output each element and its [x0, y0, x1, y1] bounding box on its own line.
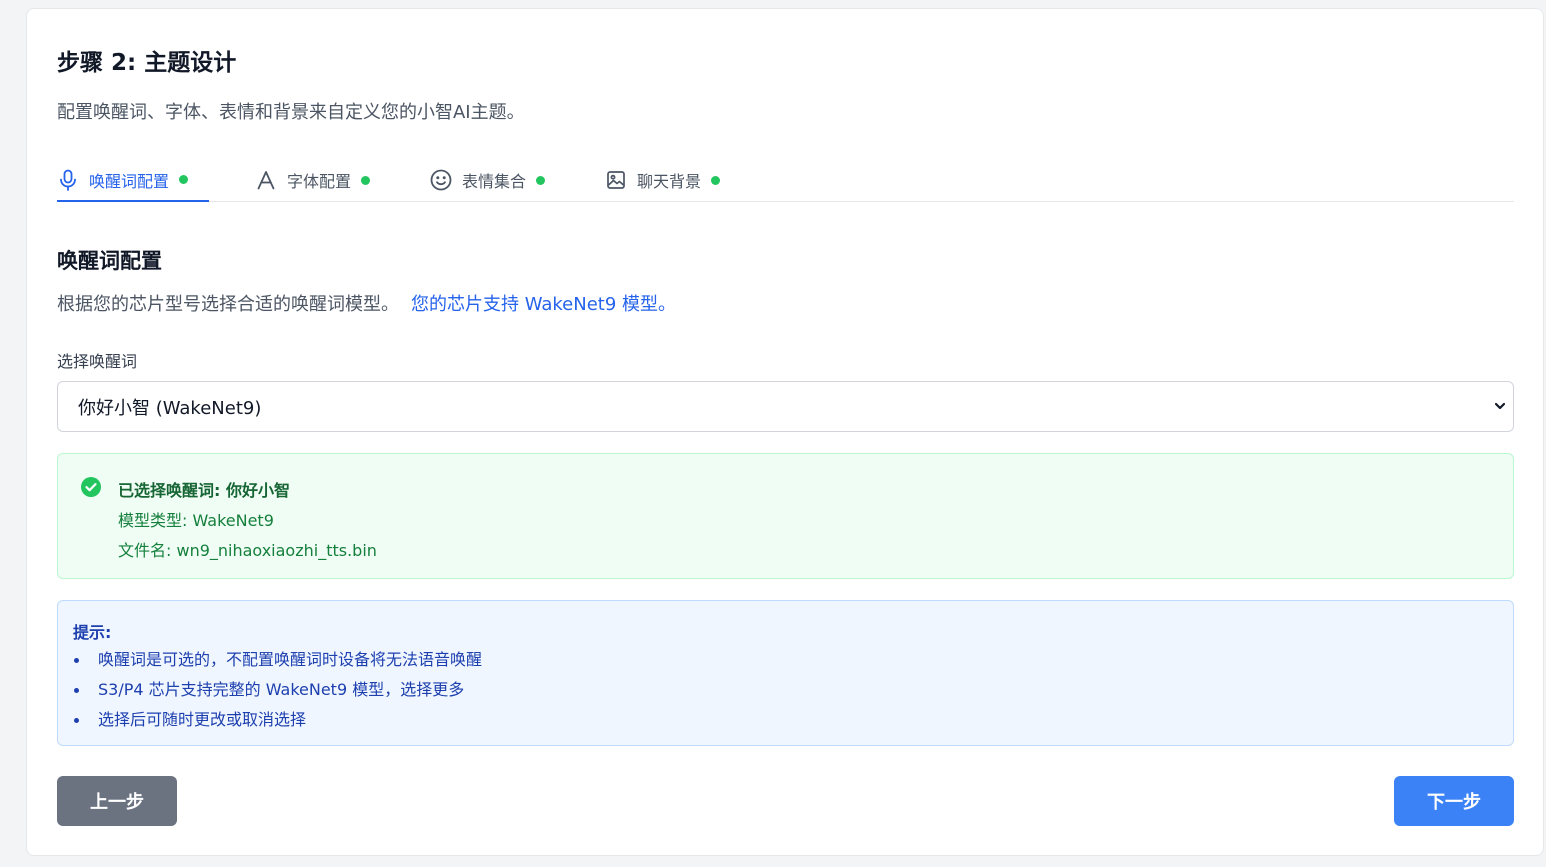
status-dot — [361, 175, 371, 185]
font-icon — [255, 169, 277, 191]
wakeword-select-value: 你好小智 (WakeNet9) — [78, 397, 262, 419]
section-description-text: 根据您的芯片型号选择合适的唤醒词模型。 — [57, 294, 399, 315]
tab-emoji[interactable]: 表情集合 — [430, 159, 546, 201]
tab-label: 聊天背景 — [637, 172, 702, 191]
page-title: 步骤 2: 主题设计 — [57, 50, 237, 76]
status-dot — [711, 175, 721, 185]
image-icon — [605, 169, 627, 191]
chip-support-note: 您的芯片支持 WakeNet9 模型。 — [411, 294, 677, 315]
section-title: 唤醒词配置 — [57, 249, 162, 273]
tip-item: 选择后可随时更改或取消选择 — [58, 709, 482, 739]
tab-wakeword[interactable]: 唤醒词配置 — [57, 159, 209, 202]
tip-item: S3/P4 芯片支持完整的 WakeNet9 模型，选择更多 — [58, 679, 482, 709]
page-subtitle: 配置唤醒词、字体、表情和背景来自定义您的小智AI主题。 — [57, 102, 525, 123]
selected-wakeword-panel: 已选择唤醒词: 你好小智 模型类型: WakeNet9 文件名: wn9_nih… — [57, 453, 1514, 579]
status-dot — [536, 175, 546, 185]
card-content: 步骤 2: 主题设计 配置唤醒词、字体、表情和背景来自定义您的小智AI主题。 唤… — [57, 9, 1514, 855]
tab-bar: 唤醒词配置 字体配置 表情集合 聊天背景 — [57, 159, 1514, 202]
smiley-icon — [430, 169, 452, 191]
tip-item: 唤醒词是可选的，不配置唤醒词时设备将无法语音唤醒 — [58, 649, 482, 679]
previous-step-button[interactable]: 上一步 — [57, 776, 177, 826]
tab-label: 表情集合 — [462, 172, 527, 191]
tab-label: 字体配置 — [287, 172, 352, 191]
tips-title: 提示: — [73, 623, 112, 642]
file-name-text: 文件名: wn9_nihaoxiaozhi_tts.bin — [118, 541, 377, 560]
status-dot — [179, 175, 189, 184]
tab-background[interactable]: 聊天背景 — [605, 159, 721, 201]
tab-label: 唤醒词配置 — [89, 171, 170, 191]
selected-wakeword-text: 已选择唤醒词: 你好小智 — [118, 481, 290, 500]
tips-list: 唤醒词是可选的，不配置唤醒词时设备将无法语音唤醒 S3/P4 芯片支持完整的 W… — [58, 649, 482, 739]
model-type-text: 模型类型: WakeNet9 — [118, 511, 274, 530]
tab-font[interactable]: 字体配置 — [255, 159, 371, 201]
wakeword-select-label: 选择唤醒词 — [57, 352, 138, 371]
microphone-icon — [57, 169, 79, 191]
section-description: 根据您的芯片型号选择合适的唤醒词模型。 您的芯片支持 WakeNet9 模型。 — [57, 290, 676, 316]
check-circle-icon — [80, 476, 102, 498]
chevron-down-icon — [1493, 397, 1507, 415]
theme-design-card: 步骤 2: 主题设计 配置唤醒词、字体、表情和背景来自定义您的小智AI主题。 唤… — [26, 8, 1544, 856]
next-step-button[interactable]: 下一步 — [1394, 776, 1514, 826]
tips-panel: 提示: 唤醒词是可选的，不配置唤醒词时设备将无法语音唤醒 S3/P4 芯片支持完… — [57, 600, 1514, 746]
wakeword-select[interactable]: 你好小智 (WakeNet9) — [57, 381, 1514, 432]
